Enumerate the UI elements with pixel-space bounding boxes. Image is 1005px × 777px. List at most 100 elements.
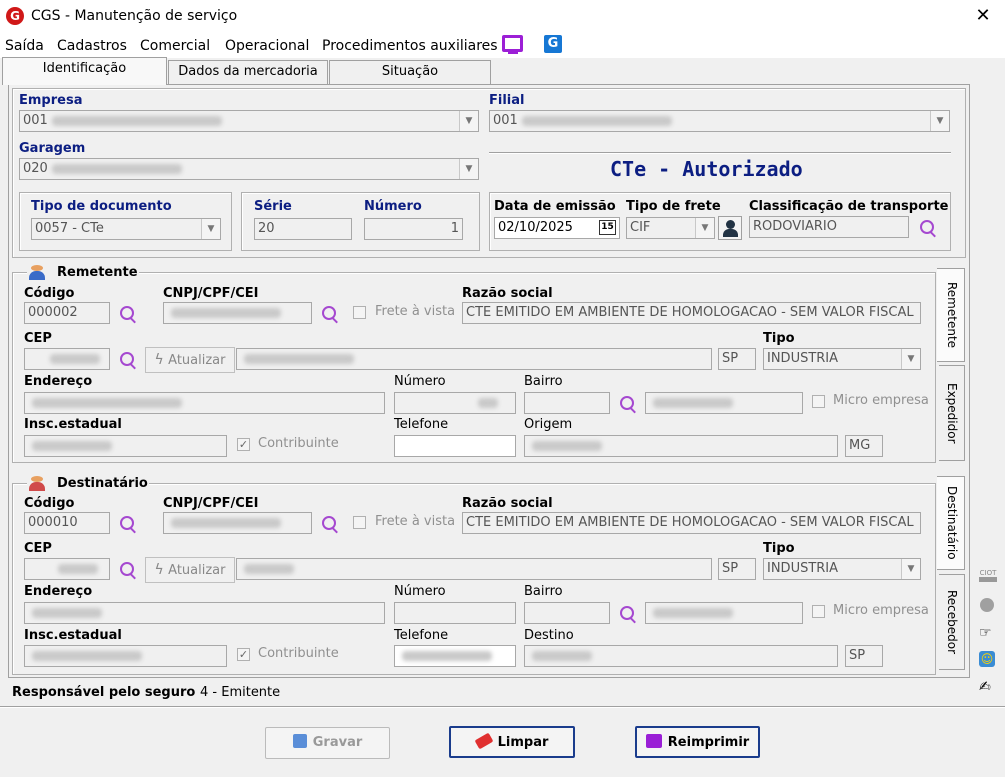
rem-frete-vista-checkbox[interactable] xyxy=(353,306,366,319)
menu-saida[interactable]: Saída xyxy=(5,38,44,54)
rem-contribuinte-checkbox[interactable]: ✓ xyxy=(237,438,250,451)
people-icon[interactable]: ☺ xyxy=(979,651,995,667)
seguro-value: 4 - Emitente xyxy=(200,685,281,700)
cgs-g-icon[interactable]: G xyxy=(544,35,562,53)
dest-cnpj-search-icon[interactable] xyxy=(320,514,340,534)
tab-situacao[interactable]: Situação xyxy=(329,60,491,84)
calendar-icon[interactable]: 15 xyxy=(599,220,616,235)
dest-telefone-field[interactable] xyxy=(394,645,516,667)
dest-bairro-label: Bairro xyxy=(524,584,563,599)
vtab-remetente[interactable]: Remetente xyxy=(937,268,965,362)
driver-person-icon[interactable] xyxy=(718,216,742,240)
empresa-select[interactable]: 001 ▼ xyxy=(19,110,479,132)
dest-cep-field[interactable] xyxy=(24,558,110,580)
dest-atualizar-button[interactable]: ϟ Atualizar xyxy=(145,557,235,583)
vtab-recebedor[interactable]: Recebedor xyxy=(939,574,965,670)
dest-razao-field[interactable]: CTE EMITIDO EM AMBIENTE DE HOMOLOGACAO -… xyxy=(462,512,921,534)
dest-bairro-field[interactable] xyxy=(645,602,803,624)
filial-select[interactable]: 001 ▼ xyxy=(489,110,950,132)
rem-uf-field[interactable]: SP xyxy=(718,348,756,370)
dest-cnpj-field[interactable] xyxy=(163,512,312,534)
status-divider xyxy=(489,152,951,154)
rem-bairro-search-icon[interactable] xyxy=(618,394,638,414)
rem-cnpj-search-icon[interactable] xyxy=(320,304,340,324)
rem-cep-label: CEP xyxy=(24,331,52,346)
serie-field[interactable]: 20 xyxy=(254,218,352,240)
rem-codigo-field[interactable]: 000002 xyxy=(24,302,110,324)
numero-field[interactable]: 1 xyxy=(364,218,463,240)
tab-identificacao[interactable]: Identificação xyxy=(2,57,167,85)
dest-codigo-field[interactable]: 000010 xyxy=(24,512,110,534)
dest-frete-vista-checkbox[interactable] xyxy=(353,516,366,529)
close-button[interactable]: ✕ xyxy=(970,4,996,28)
rem-contribuinte-label: Contribuinte xyxy=(258,436,339,451)
dest-atualizar-label: Atualizar xyxy=(168,563,226,578)
dest-cidade-field[interactable] xyxy=(236,558,712,580)
rem-origem-uf-field[interactable]: MG xyxy=(845,435,883,457)
dest-cnpj-label: CNPJ/CPF/CEI xyxy=(163,496,259,511)
rem-numero-label: Número xyxy=(394,374,446,389)
rem-cidade-field[interactable] xyxy=(236,348,712,370)
monitor-icon[interactable] xyxy=(502,35,523,54)
dest-micro-empresa-checkbox[interactable] xyxy=(812,605,825,618)
rem-cep-search-icon[interactable] xyxy=(118,350,138,370)
dest-bairro-code-field[interactable] xyxy=(524,602,610,624)
dest-uf-field[interactable]: SP xyxy=(718,558,756,580)
rem-bairro-code-field[interactable] xyxy=(524,392,610,414)
tab-dados-mercadoria[interactable]: Dados da mercadoria xyxy=(168,60,328,84)
gravar-button[interactable]: Gravar xyxy=(265,727,390,759)
rem-razao-label: Razão social xyxy=(462,286,553,301)
rem-origem-field[interactable] xyxy=(524,435,838,457)
menu-operacional[interactable]: Operacional xyxy=(225,38,309,54)
tipo-documento-select[interactable]: 0057 - CTe ▼ xyxy=(31,218,221,240)
rem-razao-field[interactable]: CTE EMITIDO EM AMBIENTE DE HOMOLOGACAO -… xyxy=(462,302,921,324)
gray-circle-icon[interactable] xyxy=(980,598,994,612)
rem-telefone-field[interactable] xyxy=(394,435,516,457)
dest-bairro-search-icon[interactable] xyxy=(618,604,638,624)
dest-numero-field[interactable] xyxy=(394,602,516,624)
dest-codigo-search-icon[interactable] xyxy=(118,514,138,534)
tipo-frete-select[interactable]: CIF ▼ xyxy=(626,217,715,239)
rem-cnpj-field[interactable] xyxy=(163,302,312,324)
rem-codigo-search-icon[interactable] xyxy=(118,304,138,324)
dest-destino-uf-field[interactable]: SP xyxy=(845,645,883,667)
menu-cadastros[interactable]: Cadastros xyxy=(57,38,127,54)
tipo-frete-label: Tipo de frete xyxy=(626,199,721,214)
limpar-button[interactable]: Limpar xyxy=(449,726,575,758)
tipo-frete-value: CIF xyxy=(630,220,651,235)
tipo-documento-label: Tipo de documento xyxy=(31,199,172,214)
ciot-icon[interactable]: CIOT xyxy=(979,569,997,582)
dest-contribuinte-checkbox[interactable]: ✓ xyxy=(237,648,250,661)
dest-tipo-select[interactable]: INDUSTRIA ▼ xyxy=(763,558,921,580)
rem-micro-empresa-checkbox[interactable] xyxy=(812,395,825,408)
vtab-expedidor[interactable]: Expedidor xyxy=(939,365,965,461)
classificacao-field[interactable]: RODOVIARIO xyxy=(749,216,909,238)
menu-procedimentos-auxiliares[interactable]: Procedimentos auxiliares xyxy=(322,38,498,54)
serie-label: Série xyxy=(254,199,292,214)
rem-numero-field[interactable] xyxy=(394,392,516,414)
rem-insc-field[interactable] xyxy=(24,435,227,457)
pointing-hand-icon[interactable]: ☞ xyxy=(979,625,995,641)
dest-cep-search-icon[interactable] xyxy=(118,560,138,580)
rem-origem-label: Origem xyxy=(524,417,573,432)
rem-tipo-select[interactable]: INDUSTRIA ▼ xyxy=(763,348,921,370)
rem-cep-field[interactable] xyxy=(24,348,110,370)
lightning-icon: ϟ xyxy=(154,562,169,578)
dest-insc-field[interactable] xyxy=(24,645,227,667)
dest-endereco-label: Endereço xyxy=(24,584,93,599)
eraser-icon xyxy=(474,732,494,750)
person-edit-icon[interactable]: ✍ xyxy=(979,679,995,695)
dest-codigo-label: Código xyxy=(24,496,75,511)
vtab-destinatario[interactable]: Destinatário xyxy=(937,476,965,570)
classificacao-search-icon[interactable] xyxy=(918,218,938,238)
garagem-select[interactable]: 020 ▼ xyxy=(19,158,479,180)
rem-tipo-label: Tipo xyxy=(763,331,795,346)
rem-bairro-field[interactable] xyxy=(645,392,803,414)
dest-endereco-field[interactable] xyxy=(24,602,385,624)
rem-atualizar-button[interactable]: ϟ Atualizar xyxy=(145,347,235,373)
menu-comercial[interactable]: Comercial xyxy=(140,38,210,54)
rem-endereco-field[interactable] xyxy=(24,392,385,414)
data-emissao-field[interactable]: 02/10/2025 15 xyxy=(494,217,620,239)
dest-destino-field[interactable] xyxy=(524,645,838,667)
reimprimir-button[interactable]: Reimprimir xyxy=(635,726,760,758)
